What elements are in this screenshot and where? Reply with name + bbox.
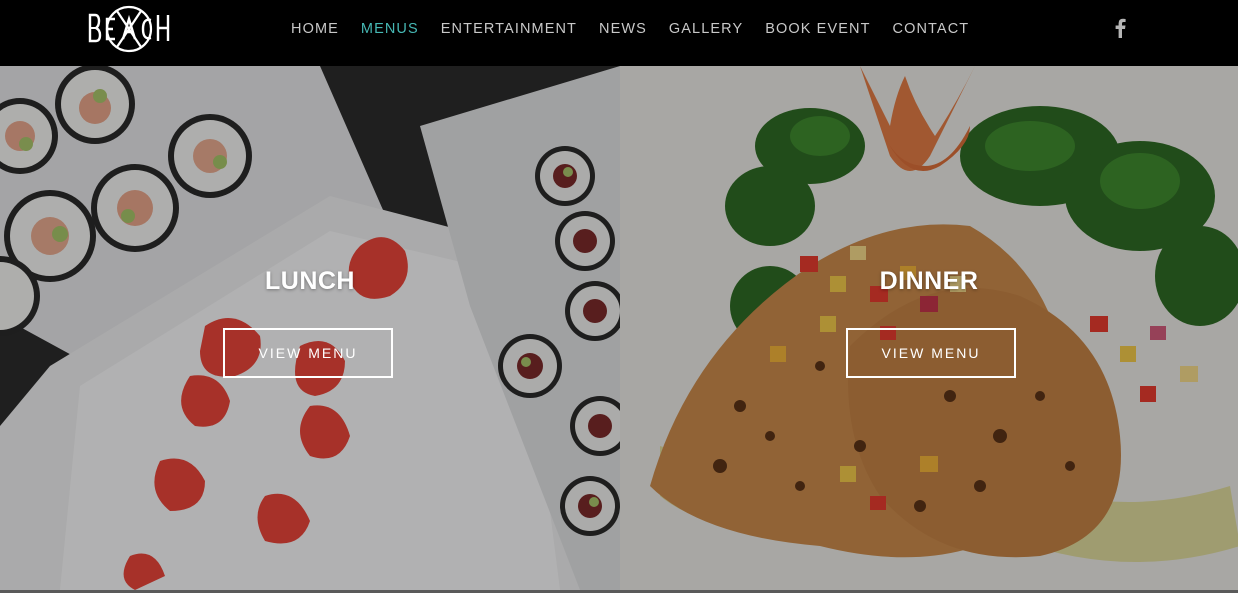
- facebook-icon[interactable]: [1113, 18, 1127, 38]
- nav-menus[interactable]: MENUS: [361, 20, 419, 38]
- dinner-panel[interactable]: DINNER VIEW MENU: [620, 66, 1238, 590]
- nav-entertainment[interactable]: ENTERTAINMENT: [441, 20, 577, 38]
- nav-book-event[interactable]: BOOK EVENT: [765, 20, 870, 38]
- main-nav: HOME MENUS ENTERTAINMENT NEWS GALLERY BO…: [291, 20, 991, 38]
- beach-logo[interactable]: [88, 3, 170, 55]
- nav-news[interactable]: NEWS: [599, 20, 647, 38]
- nav-gallery[interactable]: GALLERY: [669, 20, 743, 38]
- nav-home[interactable]: HOME: [291, 20, 339, 38]
- lunch-view-menu-button[interactable]: VIEW MENU: [223, 328, 393, 378]
- dinner-title: DINNER: [879, 267, 979, 295]
- nav-contact[interactable]: CONTACT: [893, 20, 970, 38]
- lunch-panel[interactable]: LUNCH VIEW MENU: [0, 66, 620, 590]
- dinner-view-menu-button[interactable]: VIEW MENU: [846, 328, 1016, 378]
- lunch-title: LUNCH: [265, 267, 355, 295]
- site-header: HOME MENUS ENTERTAINMENT NEWS GALLERY BO…: [0, 0, 1238, 66]
